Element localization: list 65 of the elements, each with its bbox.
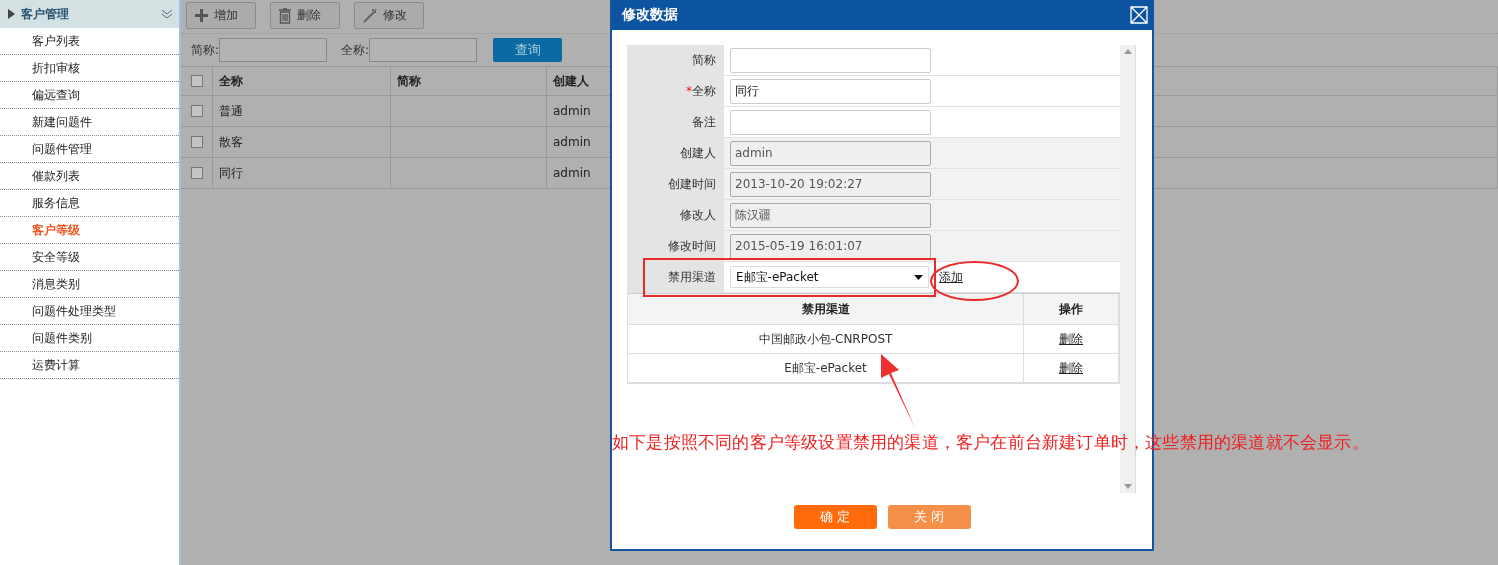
text-field[interactable] [730,47,931,73]
table-cell: 中国邮政小包-CNRPOST [628,325,1024,354]
table-cell: 同行 [213,158,391,189]
sidebar-title: 客户管理 [21,5,70,23]
search-field[interactable] [369,38,478,62]
readonly-field[interactable]: 2013-10-20 19:02:27 [730,171,931,197]
readonly-field[interactable]: 2015-05-19 16:01:07 [730,233,931,259]
sidebar-item[interactable]: 运费计算 [0,352,179,379]
magic-wand-icon [362,7,378,24]
field-label: 修改人 [627,200,724,230]
field-label: *全称 [627,76,724,106]
up-arrow-icon [1123,49,1132,54]
checkbox[interactable] [190,136,203,148]
column-header: 禁用渠道 [628,294,1024,325]
checkbox[interactable] [190,105,203,117]
plus-icon [194,8,209,23]
toolbar-button[interactable]: 增加 [186,2,256,29]
toolbar-button[interactable]: 删除 [270,2,340,29]
triangle-icon [8,9,15,19]
sidebar-item[interactable]: 客户等级 [0,217,179,244]
table-cell: 散客 [213,127,391,158]
sidebar-item[interactable]: 偏远查询 [0,82,179,109]
sidebar-item[interactable]: 新建问题件 [0,109,179,136]
delete-link[interactable]: 删除 [1059,330,1083,348]
sidebar-item[interactable]: 催款列表 [0,163,179,190]
column-header: 操作 [1024,294,1119,325]
sidebar-item[interactable]: 安全等级 [0,244,179,271]
table-cell: 普通 [213,96,391,127]
column-header: 全称 [213,67,391,96]
delete-link[interactable]: 删除 [1059,359,1083,377]
readonly-field[interactable]: 陈汉疆 [730,202,931,228]
checkbox[interactable] [190,167,203,179]
sidebar-item[interactable]: 问题件处理类型 [0,298,179,325]
sidebar-item[interactable]: 折扣审核 [0,55,179,82]
sidebar-item[interactable]: 问题件管理 [0,136,179,163]
field-label: 修改时间 [627,231,724,261]
text-field[interactable] [730,109,931,135]
text-field[interactable]: 同行 [730,78,931,104]
search-label: 简称: [191,41,220,59]
dialog-title: 修改数据 [622,6,678,24]
field-label: 简称 [627,45,724,75]
query-button[interactable]: 查询 [493,38,563,62]
field-label: 创建人 [627,138,724,168]
caret-icon [914,274,923,280]
search-field[interactable] [219,38,328,62]
sidebar-item[interactable]: 消息类别 [0,271,179,298]
close-icon[interactable] [1130,6,1148,24]
field-label: 创建时间 [627,169,724,199]
sidebar-item[interactable]: 服务信息 [0,190,179,217]
field-label: 备注 [627,107,724,137]
field-label: 禁用渠道 [627,262,724,292]
required-mark: * [686,83,692,98]
toolbar-button[interactable]: 修改 [354,2,424,29]
double-chevron-icon [161,9,173,19]
down-arrow-icon [1123,484,1132,489]
sidebar-header[interactable]: 客户管理 [0,0,179,28]
add-link[interactable]: 添加 [939,268,963,286]
checkbox[interactable] [190,75,203,87]
column-header: 简称 [391,67,547,96]
trash-icon [278,7,292,24]
search-label: 全称: [341,41,370,59]
readonly-field[interactable]: admin [730,140,931,166]
sidebar-item[interactable]: 问题件类别 [0,325,179,352]
channel-select[interactable]: E邮宝-ePacket [730,266,929,288]
sidebar-item[interactable]: 客户列表 [0,28,179,55]
